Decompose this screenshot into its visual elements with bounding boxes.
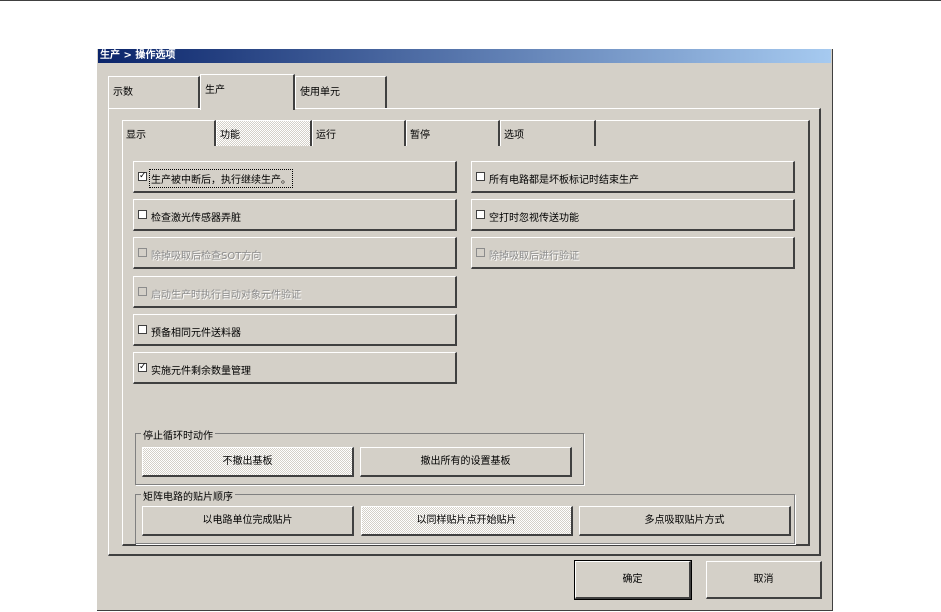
checkbox-unchecked-icon	[138, 325, 147, 334]
checkbox-unchecked-icon	[138, 287, 147, 296]
checkbox-label: 启动生产时执行自动对象元件验证	[151, 290, 301, 301]
checkbox-unchecked-icon	[138, 210, 147, 219]
checkbox-label: 所有电路都是坏板标记时结束生产	[489, 175, 639, 186]
checkbox-remaining-qty-mgmt[interactable]: ✓ 实施元件剩余数量管理	[133, 352, 457, 384]
dialog-title: 生产 > 操作选项	[98, 49, 831, 63]
checkbox-label: 预备相同元件送料器	[151, 328, 241, 339]
checkbox-check-laser-dirty[interactable]: 检查激光传感器弄脏	[133, 199, 457, 231]
button-label: 撤出所有的设置基板	[420, 456, 511, 467]
group-legend: 矩阵电路的贴片顺序	[141, 488, 235, 503]
checkbox-label: 空打时忽视传送功能	[489, 213, 579, 224]
group-legend: 停止循环时动作	[141, 427, 215, 442]
tab-label: 示数	[113, 87, 133, 98]
checkbox-checked-icon: ✓	[138, 171, 147, 181]
checkbox-label: 实施元件剩余数量管理	[151, 366, 251, 377]
checkbox-check-sot-after-recovery: 除掉吸取后检查SOT方向	[133, 237, 457, 269]
multi-pick-button[interactable]: 多点吸取贴片方式	[579, 506, 791, 536]
unload-all-button[interactable]: 撤出所有的设置基板	[360, 447, 572, 477]
by-circuit-button[interactable]: 以电路单位完成贴片	[142, 506, 354, 536]
checkbox-label: 生产被中断后，执行继续生产。	[149, 169, 293, 188]
checkbox-label: 除掉吸取后进行验证	[489, 251, 579, 262]
tab-use-unit[interactable]: 使用单元	[295, 76, 387, 108]
checkbox-unchecked-icon	[138, 248, 147, 257]
subtab-display[interactable]: 显示	[122, 120, 216, 146]
checkbox-verify-after-recovery: 除掉吸取后进行验证	[471, 237, 795, 269]
subtab-function[interactable]: 功能	[216, 120, 312, 146]
subtab-options[interactable]: 选项	[500, 120, 596, 146]
button-label: 以同样贴片点开始贴片	[416, 515, 517, 526]
button-label: 以电路单位完成贴片	[202, 515, 293, 526]
button-label: 确定	[622, 574, 643, 585]
checkbox-label: 检查激光传感器弄脏	[151, 213, 241, 224]
tab-display-count[interactable]: 示数	[108, 76, 200, 108]
subtab-label: 选项	[504, 130, 524, 141]
checkbox-unchecked-icon	[476, 248, 485, 257]
checkbox-label: 除掉吸取后检查SOT方向	[151, 251, 262, 262]
button-label: 不撤出基板	[222, 456, 273, 467]
no-unload-button[interactable]: 不撤出基板	[142, 447, 354, 477]
checkbox-auto-verify-on-start: 启动生产时执行自动对象元件验证	[133, 276, 457, 308]
subtab-label: 运行	[316, 130, 336, 141]
cancel-button[interactable]: 取消	[706, 561, 822, 599]
tab-label: 使用单元	[300, 87, 340, 98]
checkbox-checked-icon: ✓	[138, 362, 147, 372]
button-label: 取消	[753, 574, 774, 585]
tab-label: 生产	[205, 85, 225, 96]
subtab-label: 显示	[126, 130, 146, 141]
tab-production[interactable]: 生产	[200, 74, 295, 110]
subtab-label: 暂停	[410, 130, 430, 141]
subtab-label: 功能	[220, 130, 240, 141]
checkbox-unchecked-icon	[476, 210, 485, 219]
checkbox-unchecked-icon	[476, 172, 485, 181]
subtab-run[interactable]: 运行	[312, 120, 406, 146]
ok-button[interactable]: 确定	[574, 560, 692, 600]
checkbox-backup-feeder[interactable]: 预备相同元件送料器	[133, 314, 457, 346]
checkbox-resume-after-interrupt[interactable]: ✓ 生产被中断后，执行继续生产。	[133, 161, 457, 193]
subtab-pause[interactable]: 暂停	[406, 120, 500, 146]
top-divider-line	[0, 0, 941, 1]
by-same-point-button[interactable]: 以同样贴片点开始贴片	[361, 506, 573, 536]
checkbox-end-on-bad-mark[interactable]: 所有电路都是坏板标记时结束生产	[471, 161, 795, 193]
button-label: 多点吸取贴片方式	[644, 515, 725, 526]
checkbox-ignore-feed-on-empty[interactable]: 空打时忽视传送功能	[471, 199, 795, 231]
